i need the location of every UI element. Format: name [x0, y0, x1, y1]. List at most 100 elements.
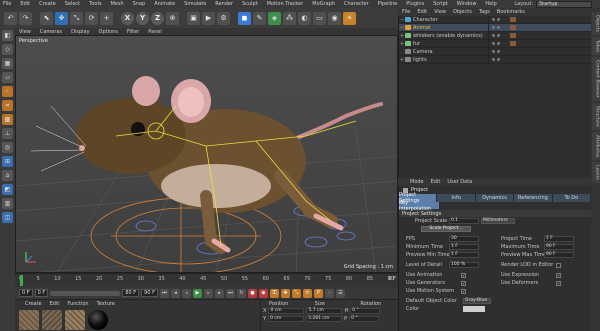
- default-object-color-select[interactable]: Gray-Blue: [463, 298, 491, 304]
- tab-dynamics[interactable]: Dynamics: [475, 194, 515, 202]
- menu-create[interactable]: Create: [39, 1, 56, 7]
- prev-frame-icon[interactable]: ◃: [181, 288, 191, 298]
- render-lod-checkbox[interactable]: [556, 262, 561, 268]
- solo-icon[interactable]: ◩: [2, 184, 13, 195]
- layout-select[interactable]: Startup: [536, 0, 592, 8]
- object-row-whiskers[interactable]: + whiskers (enable dynamics): [399, 31, 591, 40]
- project-time-field[interactable]: 1 F: [544, 236, 574, 242]
- material-menu-create[interactable]: Create: [25, 301, 42, 307]
- position-y-field[interactable]: 0 cm: [268, 316, 305, 322]
- use-motion-system-checkbox[interactable]: ✓: [461, 288, 466, 294]
- menu-pipeline[interactable]: Pipeline: [378, 1, 398, 7]
- play-icon[interactable]: ▶: [192, 288, 202, 298]
- y-axis-icon[interactable]: Y: [136, 11, 149, 25]
- position-key-icon[interactable]: ✥: [280, 288, 290, 298]
- viewport-menu-display[interactable]: Display: [71, 29, 89, 35]
- object-tag-icon[interactable]: [510, 33, 516, 38]
- side-tab-attributes[interactable]: Attributes: [591, 131, 600, 161]
- start-frame-field[interactable]: 0 F: [19, 289, 33, 297]
- tab-info[interactable]: Info: [437, 194, 476, 202]
- menu-snap[interactable]: Snap: [133, 1, 146, 7]
- rotation-p-field[interactable]: 0 °: [349, 316, 380, 322]
- menu-animate[interactable]: Animate: [154, 1, 175, 7]
- param-key-icon[interactable]: P: [313, 288, 323, 298]
- go-to-start-icon[interactable]: ⏮: [159, 288, 169, 298]
- subdivision-icon[interactable]: ◈: [268, 11, 281, 25]
- object-row-character[interactable]: − Character: [399, 15, 591, 24]
- attr-menu-edit[interactable]: Edit: [431, 179, 441, 185]
- z-axis-icon[interactable]: Z: [151, 11, 164, 25]
- min-time-field[interactable]: 1 F: [449, 244, 479, 250]
- point-level-icon[interactable]: ⁘: [324, 288, 334, 298]
- texture-mode-icon[interactable]: ▦: [2, 58, 13, 69]
- visibility-flags[interactable]: [492, 50, 506, 53]
- preview-range-slider[interactable]: [50, 290, 121, 296]
- object-row-lights[interactable]: + lights: [399, 55, 591, 64]
- max-frame-field[interactable]: 80 F: [122, 289, 140, 297]
- material-menu-texture[interactable]: Texture: [97, 301, 115, 307]
- object-menu-view[interactable]: View: [434, 9, 446, 15]
- viewport-menu-panel[interactable]: Panel: [148, 29, 162, 35]
- scale-icon[interactable]: ⤡: [70, 11, 83, 25]
- model-mode-icon[interactable]: ◇: [2, 44, 13, 55]
- viewport-menu-options[interactable]: Options: [99, 29, 118, 35]
- viewport-menu-cameras[interactable]: Cameras: [40, 29, 62, 35]
- menu-file[interactable]: File: [3, 1, 11, 7]
- record-icon[interactable]: ●: [247, 288, 257, 298]
- visibility-flags[interactable]: [492, 58, 506, 61]
- menu-simulate[interactable]: Simulate: [184, 1, 206, 7]
- move-icon[interactable]: ✥: [55, 11, 68, 25]
- rotate-icon[interactable]: ⟳: [85, 11, 98, 25]
- object-menu-edit[interactable]: Edit: [417, 9, 427, 15]
- object-tag-icon[interactable]: [510, 17, 516, 22]
- tab-key-interpolation[interactable]: Key Interpolation: [399, 200, 439, 212]
- menu-help[interactable]: Help: [485, 1, 496, 7]
- project-scale-unit-select[interactable]: Millimeters: [481, 218, 515, 224]
- next-key-icon[interactable]: ▸: [214, 288, 224, 298]
- position-x-field[interactable]: 0 cm: [268, 308, 305, 314]
- menu-mograph[interactable]: MoGraph: [312, 1, 335, 7]
- render-region-icon[interactable]: ▣: [187, 11, 200, 25]
- render-view-icon[interactable]: ▶: [202, 11, 215, 25]
- color-swatch[interactable]: [463, 306, 485, 312]
- menu-render[interactable]: Render: [215, 1, 233, 7]
- material-swatch[interactable]: [19, 310, 39, 330]
- material-swatch[interactable]: [88, 310, 108, 330]
- visibility-flags[interactable]: [492, 34, 506, 37]
- redo-icon[interactable]: ↷: [19, 11, 32, 25]
- use-deformers-checkbox[interactable]: ✓: [556, 280, 561, 286]
- loop-icon[interactable]: ↻: [236, 288, 246, 298]
- visibility-flags[interactable]: [492, 26, 506, 29]
- live-select-icon[interactable]: ⬉: [40, 11, 53, 25]
- preview-max-field[interactable]: 90 F: [544, 252, 574, 258]
- array-icon[interactable]: ⁂: [283, 11, 296, 25]
- tweak-mode-icon[interactable]: ◎: [2, 142, 13, 153]
- menu-motion-tracker[interactable]: Motion Tracker: [267, 1, 304, 7]
- attr-menu-mode[interactable]: Mode: [410, 179, 424, 185]
- grid-icon[interactable]: ▥: [2, 198, 13, 209]
- polygons-mode-icon[interactable]: ▩: [2, 114, 13, 125]
- object-tag-icon[interactable]: [510, 25, 516, 30]
- size-y-field[interactable]: 3.281 cm: [306, 316, 343, 322]
- material-menu-function[interactable]: Function: [67, 301, 88, 307]
- autokey-icon[interactable]: ◉: [258, 288, 268, 298]
- use-expression-checkbox[interactable]: ✓: [556, 272, 561, 278]
- object-row-animal[interactable]: − Animal: [399, 23, 591, 32]
- snap-icon[interactable]: ⊞: [2, 156, 13, 167]
- max-time-field[interactable]: 90 F: [544, 244, 574, 250]
- rotation-key-icon[interactable]: ⟳: [302, 288, 312, 298]
- visibility-flags[interactable]: [492, 18, 506, 21]
- object-menu-objects[interactable]: Objects: [453, 9, 472, 15]
- lod-field[interactable]: 100 %: [449, 262, 479, 268]
- menu-select[interactable]: Select: [65, 1, 80, 7]
- use-animation-checkbox[interactable]: ✓: [461, 272, 466, 278]
- timeline-playhead[interactable]: [20, 275, 23, 286]
- material-swatch[interactable]: [42, 310, 62, 330]
- lock-workplane-icon[interactable]: ⌂: [2, 170, 13, 181]
- make-editable-icon[interactable]: ◧: [2, 30, 13, 41]
- floor-icon[interactable]: ▭: [313, 11, 326, 25]
- side-tab-layers[interactable]: Layers: [591, 162, 600, 183]
- keyframe-selection-icon[interactable]: ⚿: [269, 288, 279, 298]
- x-axis-icon[interactable]: X: [121, 11, 134, 25]
- timeline-ruler[interactable]: 0 5 10 15 20 25 30 35 40 45 50 55 60 65 …: [15, 273, 398, 287]
